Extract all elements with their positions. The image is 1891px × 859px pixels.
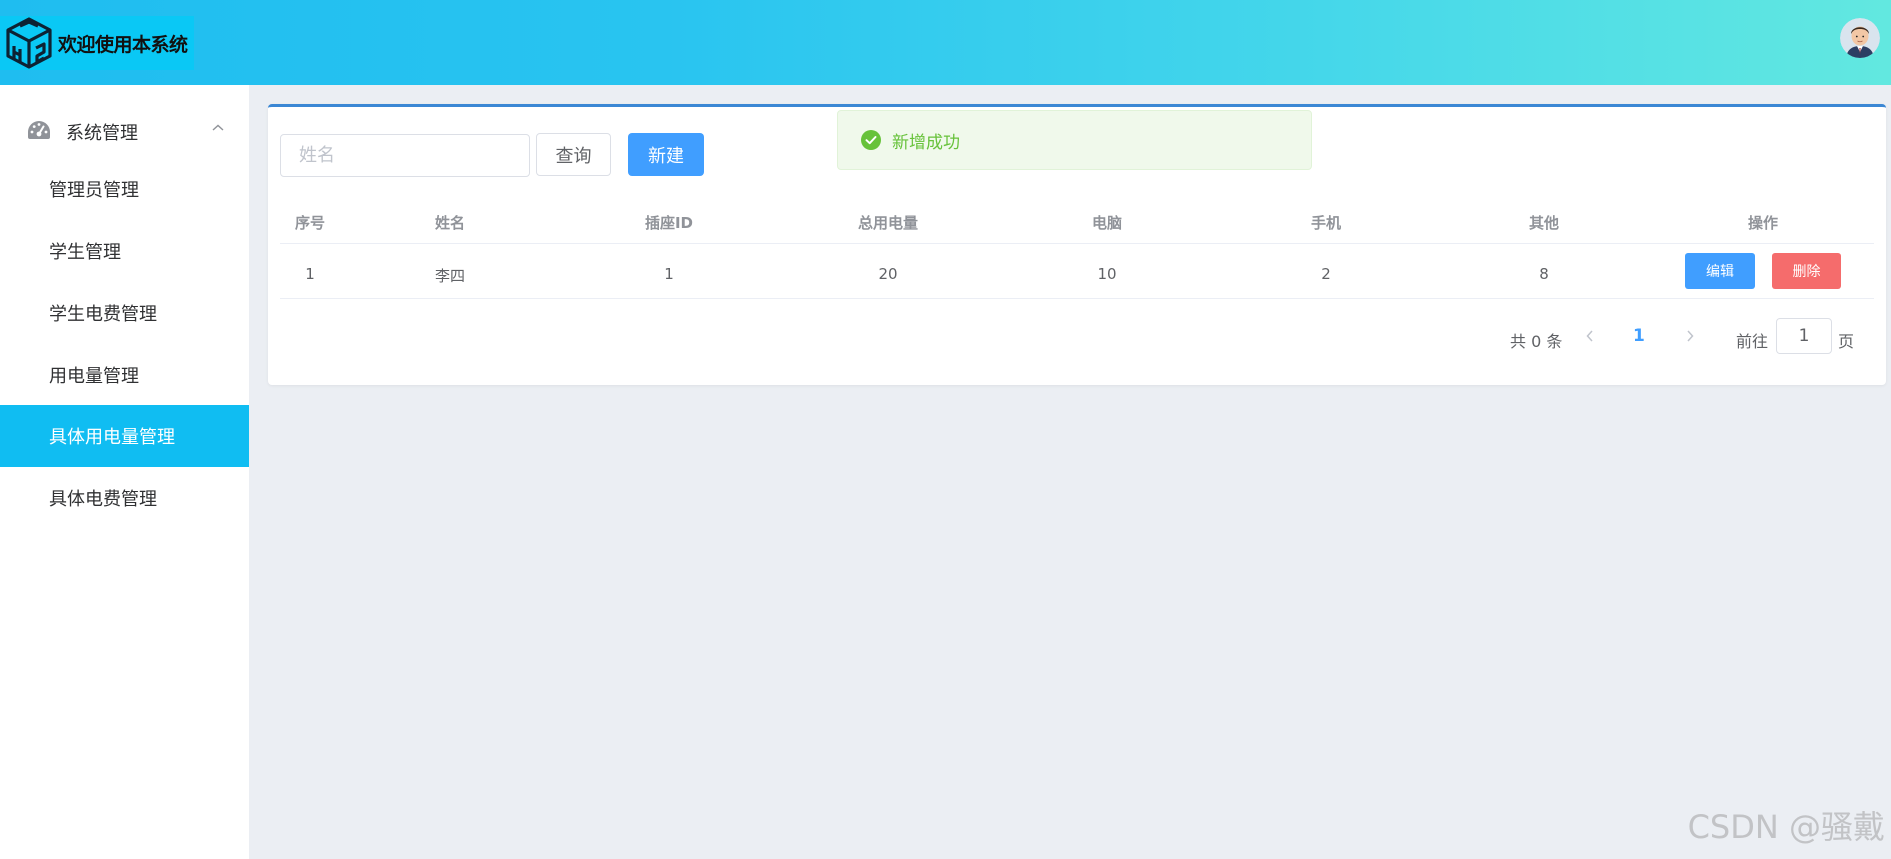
app-title: 欢迎使用本系统 (58, 33, 188, 56)
cell-socket-id: 1 (664, 265, 674, 283)
cell-name: 李四 (434, 267, 466, 285)
user-avatar-icon (1840, 18, 1880, 58)
column-header-actions: 操作 (1747, 214, 1779, 232)
column-header-phone: 手机 (1310, 214, 1342, 232)
pagination-goto-label: 前往 (1736, 332, 1769, 351)
column-header-socket-id: 插座ID (644, 214, 694, 232)
cube-logo-icon (6, 17, 52, 69)
pagination-total: 共 0 条 (1510, 332, 1563, 351)
success-toast: 新增成功 (837, 110, 1312, 170)
cell-phone: 2 (1321, 265, 1331, 283)
sidebar-item-admin-management[interactable]: 管理员管理 (0, 158, 249, 220)
cell-computer: 10 (1097, 265, 1117, 283)
chevron-up-icon (212, 124, 224, 131)
sidebar-item-student-management[interactable]: 学生管理 (0, 220, 249, 282)
logo: 欢迎使用本系统 (0, 16, 194, 70)
pagination-page-suffix: 页 (1838, 332, 1855, 351)
toast-message: 新增成功 (892, 132, 960, 153)
pagination-goto-input[interactable] (1776, 318, 1832, 354)
cell-total-usage: 20 (878, 265, 898, 283)
new-button[interactable]: 新建 (628, 133, 704, 176)
dashboard-gauge-icon (28, 121, 50, 139)
sidebar-group-label: 系统管理 (66, 123, 138, 144)
cell-other: 8 (1539, 265, 1549, 283)
top-header: 欢迎使用本系统 (0, 0, 1891, 85)
success-check-circle-icon (861, 130, 881, 150)
delete-button[interactable]: 删除 (1772, 253, 1841, 289)
chevron-right-icon[interactable] (1684, 328, 1696, 344)
query-button[interactable]: 查询 (536, 133, 611, 176)
header-divider (280, 243, 1874, 244)
pagination-page-number[interactable]: 1 (1633, 326, 1645, 346)
row-divider (280, 298, 1874, 299)
column-header-index: 序号 (294, 214, 326, 232)
column-header-name: 姓名 (434, 214, 466, 232)
edit-button[interactable]: 编辑 (1685, 253, 1755, 289)
cell-index: 1 (305, 265, 315, 283)
column-header-other: 其他 (1528, 214, 1560, 232)
sidebar-item-detailed-fee[interactable]: 具体电费管理 (0, 467, 249, 529)
watermark: CSDN @骚戴 (1687, 808, 1885, 846)
sidebar-item-student-electricity-fee[interactable]: 学生电费管理 (0, 282, 249, 344)
column-header-total-usage: 总用电量 (857, 214, 919, 232)
column-header-computer: 电脑 (1091, 214, 1123, 232)
name-search-input[interactable] (280, 134, 530, 177)
sidebar-group-system[interactable]: 系统管理 (0, 97, 249, 165)
chevron-left-icon[interactable] (1584, 328, 1596, 344)
user-avatar[interactable] (1840, 18, 1880, 58)
sidebar-item-detailed-usage[interactable]: 具体用电量管理 (0, 405, 249, 467)
sidebar-item-electricity-usage[interactable]: 用电量管理 (0, 344, 249, 406)
sidebar: 系统管理 管理员管理 学生管理 学生电费管理 用电量管理 具体用电量管理 具体电… (0, 85, 249, 859)
